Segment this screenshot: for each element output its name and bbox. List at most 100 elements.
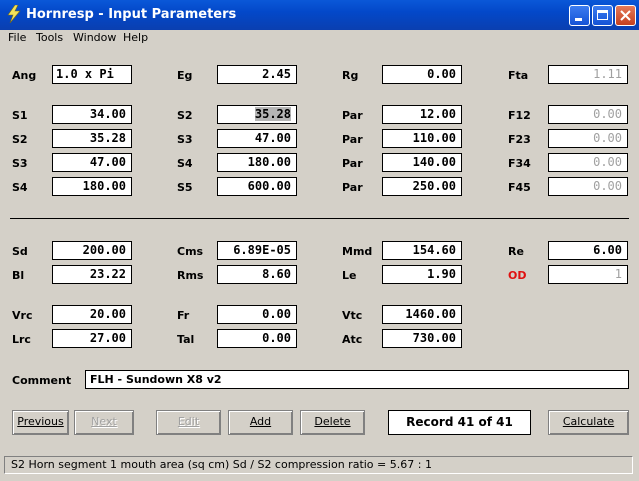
s3-field[interactable]: 47.00 [52, 153, 132, 172]
previous-button[interactable]: Previous [12, 410, 69, 435]
s3-field-top[interactable]: 47.00 [217, 129, 297, 148]
eg-field[interactable]: 2.45 [217, 65, 297, 84]
od-field: 1 [548, 265, 628, 284]
s2-selected-text: 35.28 [254, 107, 291, 121]
mmd-field[interactable]: 154.60 [382, 241, 462, 260]
s1-field[interactable]: 34.00 [52, 105, 132, 124]
record-indicator: Record 41 of 41 [388, 410, 531, 435]
s5-field[interactable]: 600.00 [217, 177, 297, 196]
s4-field-top[interactable]: 180.00 [217, 153, 297, 172]
rms-label: Rms [177, 269, 204, 282]
calculate-button-label: Calculate [562, 415, 615, 428]
comment-label: Comment [12, 374, 72, 387]
re-label: Re [508, 245, 524, 258]
par3-label: Par [342, 157, 363, 170]
le-field[interactable]: 1.90 [382, 265, 462, 284]
bl-field[interactable]: 23.22 [52, 265, 132, 284]
comment-field[interactable]: FLH - Sundown X8 v2 [85, 370, 629, 389]
f34-field: 0.00 [548, 153, 628, 172]
par4-field[interactable]: 250.00 [382, 177, 462, 196]
rms-field[interactable]: 8.60 [217, 265, 297, 284]
close-icon [620, 10, 631, 21]
sd-label: Sd [12, 245, 28, 258]
edit-button[interactable]: Edit [156, 410, 221, 435]
fr-field[interactable]: 0.00 [217, 305, 297, 324]
par1-label: Par [342, 109, 363, 122]
re-field[interactable]: 6.00 [548, 241, 628, 260]
s4-label: S4 [12, 181, 28, 194]
f23-field: 0.00 [548, 129, 628, 148]
par3-field[interactable]: 140.00 [382, 153, 462, 172]
vrc-field[interactable]: 20.00 [52, 305, 132, 324]
atc-field[interactable]: 730.00 [382, 329, 462, 348]
delete-button[interactable]: Delete [300, 410, 365, 435]
maximize-button[interactable] [592, 5, 613, 26]
eg-label: Eg [177, 69, 193, 82]
previous-button-label: Previous [17, 415, 64, 428]
fta-field: 1.11 [548, 65, 628, 84]
cms-field[interactable]: 6.89E-05 [217, 241, 297, 260]
section-divider [10, 218, 629, 219]
tal-label: Tal [177, 333, 195, 346]
ang-field[interactable]: 1.0 x Pi [52, 65, 132, 84]
app-lightning-icon [7, 5, 21, 23]
status-text: S2 Horn segment 1 mouth area (sq cm) Sd … [4, 456, 633, 474]
rg-field[interactable]: 0.00 [382, 65, 462, 84]
fr-label: Fr [177, 309, 190, 322]
vtc-label: Vtc [342, 309, 363, 322]
bl-label: Bl [12, 269, 25, 282]
close-button[interactable] [615, 5, 636, 26]
par4-label: Par [342, 181, 363, 194]
par1-field[interactable]: 12.00 [382, 105, 462, 124]
lrc-field[interactable]: 27.00 [52, 329, 132, 348]
f45-field: 0.00 [548, 177, 628, 196]
minimize-button[interactable] [569, 5, 590, 26]
input-parameters-panel: Ang 1.0 x Pi Eg 2.45 Rg 0.00 Fta 1.11 S1… [0, 48, 639, 454]
tal-field[interactable]: 0.00 [217, 329, 297, 348]
f23-label: F23 [508, 133, 531, 146]
lrc-label: Lrc [12, 333, 31, 346]
s5-label: S5 [177, 181, 193, 194]
calculate-button[interactable]: Calculate [548, 410, 629, 435]
f12-field: 0.00 [548, 105, 628, 124]
menu-bar: File Tools Window Help [0, 30, 639, 48]
f34-label: F34 [508, 157, 531, 170]
s1-label: S1 [12, 109, 28, 122]
s2-label: S2 [12, 133, 28, 146]
rg-label: Rg [342, 69, 359, 82]
sd-field[interactable]: 200.00 [52, 241, 132, 260]
delete-button-label: Delete [314, 415, 351, 428]
minimize-icon [575, 18, 582, 21]
par2-field[interactable]: 110.00 [382, 129, 462, 148]
par2-label: Par [342, 133, 363, 146]
menu-tools[interactable]: Tools [36, 31, 63, 44]
s3-label: S3 [12, 157, 28, 170]
le-label: Le [342, 269, 357, 282]
cms-label: Cms [177, 245, 204, 258]
title-bar[interactable]: Hornresp - Input Parameters [0, 0, 639, 30]
hornresp-window: Hornresp - Input Parameters File Tools W… [0, 0, 639, 481]
f12-label: F12 [508, 109, 531, 122]
window-title: Hornresp - Input Parameters [26, 7, 237, 22]
menu-help[interactable]: Help [123, 31, 148, 44]
f45-label: F45 [508, 181, 531, 194]
add-button-label: Add [249, 415, 272, 428]
next-button[interactable]: Next [74, 410, 134, 435]
status-bar: S2 Horn segment 1 mouth area (sq cm) Sd … [0, 454, 639, 481]
od-label[interactable]: OD [508, 269, 526, 282]
atc-label: Atc [342, 333, 363, 346]
s2-label-top: S2 [177, 109, 193, 122]
ang-label: Ang [12, 69, 37, 82]
vtc-field[interactable]: 1460.00 [382, 305, 462, 324]
s4-field[interactable]: 180.00 [52, 177, 132, 196]
menu-file[interactable]: File [8, 31, 26, 44]
add-button[interactable]: Add [228, 410, 293, 435]
s4-label-top: S4 [177, 157, 193, 170]
s2-field-top[interactable]: 35.28 [217, 105, 297, 124]
maximize-icon [597, 10, 608, 20]
vrc-label: Vrc [12, 309, 33, 322]
s2-field[interactable]: 35.28 [52, 129, 132, 148]
menu-window[interactable]: Window [73, 31, 116, 44]
mmd-label: Mmd [342, 245, 373, 258]
next-button-label: Next [91, 415, 117, 428]
